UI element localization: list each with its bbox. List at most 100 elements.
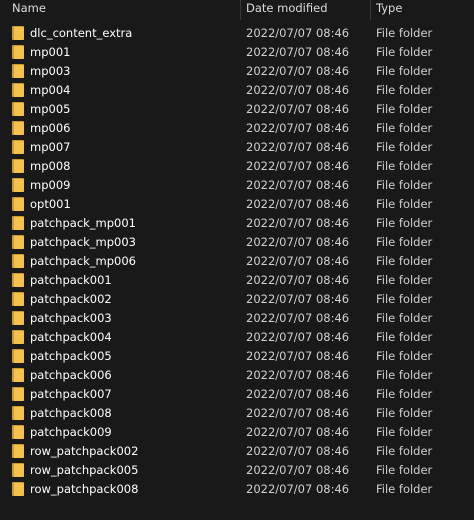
list-item[interactable]: mp009 2022/07/07 08:46 File folder xyxy=(0,176,474,195)
date-modified: 2022/07/07 08:46 xyxy=(246,159,350,173)
file-type: File folder xyxy=(376,444,433,458)
folder-name: patchpack003 xyxy=(30,311,112,325)
folder-name: dlc_content_extra xyxy=(30,26,133,40)
list-item[interactable]: patchpack009 2022/07/07 08:46 File folder xyxy=(0,423,474,442)
list-item[interactable]: patchpack007 2022/07/07 08:46 File folder xyxy=(0,385,474,404)
list-item[interactable]: mp004 2022/07/07 08:46 File folder xyxy=(0,81,474,100)
date-modified: 2022/07/07 08:46 xyxy=(246,254,350,268)
folder-icon xyxy=(12,254,24,268)
column-divider-name-date[interactable] xyxy=(240,0,241,20)
file-list: dlc_content_extra 2022/07/07 08:46 File fo… xyxy=(0,24,474,499)
folder-name: patchpack_mp006 xyxy=(30,254,136,268)
list-item[interactable]: patchpack008 2022/07/07 08:46 File folder xyxy=(0,404,474,423)
file-type: File folder xyxy=(376,330,433,344)
file-type: File folder xyxy=(376,349,433,363)
column-header-bar: Name Date modified Type xyxy=(0,0,474,20)
folder-icon xyxy=(12,349,24,363)
file-type: File folder xyxy=(376,387,433,401)
folder-icon xyxy=(12,121,24,135)
date-modified: 2022/07/07 08:46 xyxy=(246,273,350,287)
date-modified: 2022/07/07 08:46 xyxy=(246,368,350,382)
date-modified: 2022/07/07 08:46 xyxy=(246,444,350,458)
folder-icon xyxy=(12,292,24,306)
list-item[interactable]: mp005 2022/07/07 08:46 File folder xyxy=(0,100,474,119)
list-item[interactable]: patchpack004 2022/07/07 08:46 File folder xyxy=(0,328,474,347)
list-item[interactable]: patchpack001 2022/07/07 08:46 File folder xyxy=(0,271,474,290)
list-item[interactable]: mp001 2022/07/07 08:46 File folder xyxy=(0,43,474,62)
list-item[interactable]: dlc_content_extra 2022/07/07 08:46 File fo… xyxy=(0,24,474,43)
file-type: File folder xyxy=(376,159,433,173)
date-modified: 2022/07/07 08:46 xyxy=(246,26,350,40)
folder-name: opt001 xyxy=(30,197,71,211)
date-modified: 2022/07/07 08:46 xyxy=(246,349,350,363)
folder-name: patchpack006 xyxy=(30,368,112,382)
file-type: File folder xyxy=(376,368,433,382)
list-item[interactable]: patchpack002 2022/07/07 08:46 File folder xyxy=(0,290,474,309)
file-type: File folder xyxy=(376,406,433,420)
folder-icon xyxy=(12,159,24,173)
date-modified: 2022/07/07 08:46 xyxy=(246,311,350,325)
folder-icon xyxy=(12,197,24,211)
date-modified: 2022/07/07 08:46 xyxy=(246,121,350,135)
list-item[interactable]: opt001 2022/07/07 08:46 File folder xyxy=(0,195,474,214)
date-modified: 2022/07/07 08:46 xyxy=(246,83,350,97)
folder-name: row_patchpack002 xyxy=(30,444,139,458)
file-type: File folder xyxy=(376,482,433,496)
folder-icon xyxy=(12,463,24,477)
folder-icon xyxy=(12,311,24,325)
folder-name: mp004 xyxy=(30,83,71,97)
file-type: File folder xyxy=(376,83,433,97)
date-modified: 2022/07/07 08:46 xyxy=(246,64,350,78)
folder-name: mp008 xyxy=(30,159,71,173)
folder-name: mp001 xyxy=(30,45,71,59)
folder-icon xyxy=(12,64,24,78)
list-item[interactable]: patchpack003 2022/07/07 08:46 File folder xyxy=(0,309,474,328)
date-modified: 2022/07/07 08:46 xyxy=(246,102,350,116)
column-header-name[interactable]: Name xyxy=(12,0,46,20)
folder-name: mp009 xyxy=(30,178,71,192)
list-item[interactable]: row_patchpack005 2022/07/07 08:46 File fol… xyxy=(0,461,474,480)
list-item[interactable]: mp008 2022/07/07 08:46 File folder xyxy=(0,157,474,176)
folder-name: patchpack_mp003 xyxy=(30,235,136,249)
date-modified: 2022/07/07 08:46 xyxy=(246,45,350,59)
list-item[interactable]: patchpack_mp001 2022/07/07 08:46 File fold… xyxy=(0,214,474,233)
file-type: File folder xyxy=(376,425,433,439)
folder-icon xyxy=(12,444,24,458)
file-type: File folder xyxy=(376,311,433,325)
folder-icon xyxy=(12,235,24,249)
date-modified: 2022/07/07 08:46 xyxy=(246,463,350,477)
list-item[interactable]: mp006 2022/07/07 08:46 File folder xyxy=(0,119,474,138)
folder-icon xyxy=(12,387,24,401)
folder-icon xyxy=(12,45,24,59)
list-item[interactable]: patchpack_mp003 2022/07/07 08:46 File fold… xyxy=(0,233,474,252)
list-item[interactable]: patchpack_mp006 2022/07/07 08:46 File fold… xyxy=(0,252,474,271)
date-modified: 2022/07/07 08:46 xyxy=(246,197,350,211)
column-header-date-modified[interactable]: Date modified xyxy=(246,0,328,20)
date-modified: 2022/07/07 08:46 xyxy=(246,178,350,192)
folder-name: row_patchpack008 xyxy=(30,482,139,496)
column-header-type[interactable]: Type xyxy=(376,0,402,20)
folder-icon xyxy=(12,330,24,344)
date-modified: 2022/07/07 08:46 xyxy=(246,482,350,496)
list-item[interactable]: mp003 2022/07/07 08:46 File folder xyxy=(0,62,474,81)
file-type: File folder xyxy=(376,197,433,211)
file-type: File folder xyxy=(376,26,433,40)
list-item[interactable]: row_patchpack002 2022/07/07 08:46 File fol… xyxy=(0,442,474,461)
folder-name: row_patchpack005 xyxy=(30,463,139,477)
folder-name: mp006 xyxy=(30,121,71,135)
file-type: File folder xyxy=(376,292,433,306)
list-item[interactable]: patchpack005 2022/07/07 08:46 File folder xyxy=(0,347,474,366)
folder-name: patchpack002 xyxy=(30,292,112,306)
list-item[interactable]: patchpack006 2022/07/07 08:46 File folder xyxy=(0,366,474,385)
list-item[interactable]: mp007 2022/07/07 08:46 File folder xyxy=(0,138,474,157)
file-type: File folder xyxy=(376,273,433,287)
date-modified: 2022/07/07 08:46 xyxy=(246,406,350,420)
folder-name: mp003 xyxy=(30,64,71,78)
folder-icon xyxy=(12,140,24,154)
file-type: File folder xyxy=(376,121,433,135)
list-item[interactable]: row_patchpack008 2022/07/07 08:46 File fol… xyxy=(0,480,474,499)
folder-icon xyxy=(12,425,24,439)
folder-icon xyxy=(12,26,24,40)
column-divider-date-type[interactable] xyxy=(370,0,371,20)
folder-icon xyxy=(12,368,24,382)
